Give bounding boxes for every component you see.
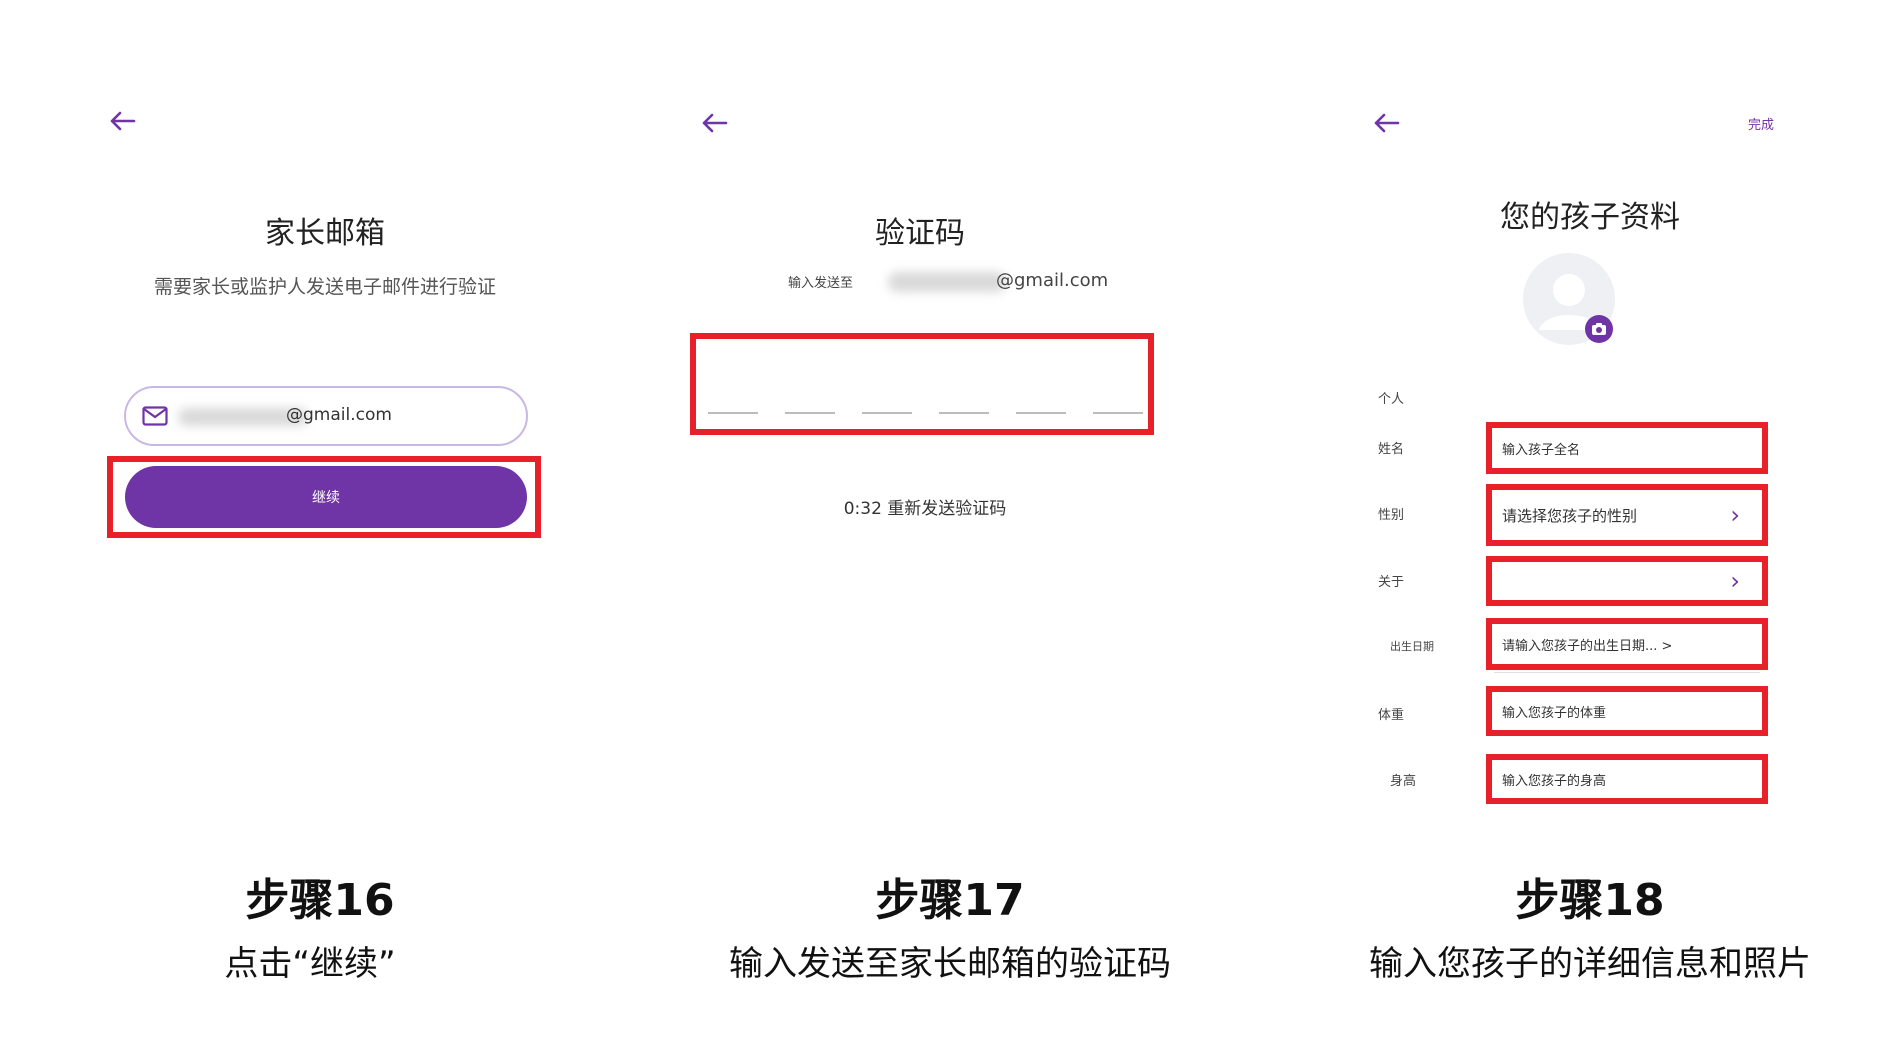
back-arrow-icon[interactable] (700, 112, 728, 134)
envelope-icon (142, 406, 168, 426)
about-select[interactable]: › (1486, 556, 1768, 606)
chevron-right-icon: › (1730, 567, 1740, 595)
gender-select-value: 请选择您孩子的性别 (1502, 506, 1638, 525)
email-field[interactable]: @gmail.com (124, 386, 528, 446)
step-title: 步骤18 (1515, 875, 1665, 926)
step-description: 输入发送至家长邮箱的验证码 (729, 944, 1171, 984)
birthdate-input[interactable]: 请输入您孩子的出生日期... > (1486, 618, 1768, 670)
code-slot[interactable] (1016, 412, 1066, 414)
code-slot[interactable] (862, 412, 912, 414)
back-arrow-icon[interactable] (1372, 112, 1400, 134)
section-label: 个人 (1378, 392, 1405, 407)
gender-select[interactable]: 请选择您孩子的性别 › (1486, 484, 1768, 546)
resend-code-link[interactable]: 0:32 重新发送验证码 (820, 494, 1030, 519)
page-subtitle: 需要家长或监护人发送电子邮件进行验证 (153, 276, 496, 298)
email-suffix: @gmail.com (996, 270, 1109, 291)
code-slot[interactable] (708, 412, 758, 414)
field-separator (1494, 672, 1760, 673)
field-label-about: 关于 (1378, 575, 1405, 590)
chevron-right-icon: › (1730, 501, 1740, 529)
sent-to-label: 输入发送至 (788, 276, 854, 291)
height-input[interactable]: 输入您孩子的身高 (1486, 754, 1768, 804)
step-title: 步骤17 (875, 875, 1025, 926)
email-redacted (888, 272, 1006, 292)
page-title: 您的孩子资料 (1500, 200, 1680, 235)
email-suffix: @gmail.com (286, 405, 392, 425)
field-label-gender: 性别 (1378, 508, 1405, 523)
continue-button[interactable]: 继续 (125, 466, 527, 528)
done-button[interactable]: 完成 (1748, 114, 1774, 133)
weight-input[interactable]: 输入您孩子的体重 (1486, 686, 1768, 736)
page-title: 验证码 (875, 216, 965, 251)
code-input-highlight (690, 333, 1154, 435)
about-select-value (1492, 562, 1502, 600)
back-arrow-icon[interactable] (108, 110, 136, 132)
code-slot[interactable] (1093, 412, 1143, 414)
field-label-birthdate: 出生日期 (1390, 640, 1434, 653)
code-slot[interactable] (939, 412, 989, 414)
step-description: 输入您孩子的详细信息和照片 (1369, 944, 1811, 984)
step-description: 点击“继续” (224, 944, 396, 984)
field-label-weight: 体重 (1378, 708, 1405, 723)
step-title: 步骤16 (245, 875, 395, 926)
field-label-height: 身高 (1390, 774, 1417, 789)
child-name-input[interactable]: 输入孩子全名 (1486, 422, 1768, 474)
page-title: 家长邮箱 (265, 216, 385, 251)
field-label-name: 姓名 (1378, 442, 1405, 457)
avatar[interactable] (1522, 252, 1616, 346)
code-slot[interactable] (785, 412, 835, 414)
camera-icon[interactable] (1584, 314, 1614, 344)
